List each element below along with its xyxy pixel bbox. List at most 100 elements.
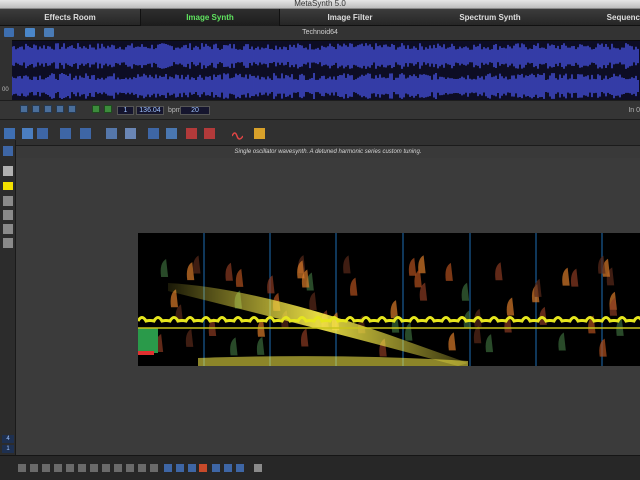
- note-icon[interactable]: [3, 224, 13, 234]
- down-button[interactable]: [104, 105, 112, 113]
- grid-icon[interactable]: [66, 464, 74, 472]
- input-readout: In 0: [628, 107, 640, 114]
- hand-icon[interactable]: [42, 464, 50, 472]
- grid-icon[interactable]: [90, 464, 98, 472]
- spectral-partial: [599, 338, 607, 357]
- wave-icon[interactable]: [231, 128, 244, 140]
- spectral-partial: [558, 332, 566, 351]
- grid-icon[interactable]: [138, 464, 146, 472]
- spectral-partial: [230, 337, 238, 356]
- left-tool-strip: 4 1: [0, 140, 16, 455]
- tab-image-synth[interactable]: Image Synth: [140, 9, 280, 26]
- preset-description: Single oscillator wavesynth. A detuned h…: [16, 146, 640, 158]
- rewind-button[interactable]: [20, 105, 28, 113]
- arrows-icon[interactable]: [188, 464, 196, 472]
- spectral-partial: [256, 336, 265, 355]
- grid-icon[interactable]: [30, 464, 38, 472]
- spectral-partial: [160, 259, 169, 278]
- spectral-partial: [445, 262, 453, 281]
- spectrogram-graphic: [138, 233, 640, 366]
- grid-icon[interactable]: [80, 128, 91, 139]
- spectral-partial: [193, 255, 201, 274]
- title-bar: MetaSynth 5.0: [0, 0, 640, 9]
- tool-row: [0, 120, 640, 146]
- counter-field[interactable]: 1: [117, 106, 134, 115]
- marker-icon[interactable]: [199, 464, 207, 472]
- grid-icon[interactable]: [126, 464, 134, 472]
- spectral-block: [138, 351, 154, 355]
- grid-icon[interactable]: [60, 128, 71, 139]
- wave-side-label: 00: [2, 87, 9, 93]
- spectral-partial: [495, 262, 503, 281]
- faders-icon[interactable]: [186, 128, 197, 139]
- spectral-partial: [235, 268, 244, 287]
- faders-icon[interactable]: [204, 128, 215, 139]
- spectral-partial: [350, 277, 358, 296]
- tab-spectrum-synth[interactable]: Spectrum Synth: [420, 9, 560, 26]
- zoom-icon[interactable]: [18, 464, 26, 472]
- grid-icon[interactable]: [148, 128, 159, 139]
- grid-icon[interactable]: [114, 464, 122, 472]
- spectral-partial: [485, 334, 494, 353]
- spectral-partial: [267, 275, 275, 294]
- grid-icon[interactable]: [102, 464, 110, 472]
- grid-icon[interactable]: [78, 464, 86, 472]
- wave-side-panel: 00: [0, 40, 12, 100]
- tab-image-filter[interactable]: Image Filter: [280, 9, 420, 26]
- spectral-partial: [186, 262, 195, 281]
- spectral-partial: [225, 262, 233, 281]
- stop-button[interactable]: [44, 105, 52, 113]
- play-button[interactable]: [32, 105, 40, 113]
- tempo-field[interactable]: 136.04: [136, 106, 164, 115]
- waveform-channel-1: [12, 43, 639, 69]
- grid-icon[interactable]: [150, 464, 158, 472]
- spectral-partial: [405, 322, 413, 341]
- grid-icon[interactable]: [37, 128, 48, 139]
- spectrogram-image[interactable]: [138, 233, 640, 366]
- layer-icon[interactable]: [22, 128, 33, 139]
- select-icon[interactable]: [4, 128, 15, 139]
- spectral-partial: [562, 267, 570, 286]
- loop-button[interactable]: [56, 105, 64, 113]
- color-swatch-icon[interactable]: [3, 182, 13, 190]
- pen-icon[interactable]: [3, 166, 13, 176]
- arrows-icon[interactable]: [164, 464, 172, 472]
- spectral-partial: [506, 297, 515, 316]
- spectral-partial: [534, 278, 542, 297]
- up-button[interactable]: [92, 105, 100, 113]
- brush-icon[interactable]: [254, 128, 265, 139]
- waveform-graphic: [12, 43, 639, 99]
- module-tabs: Effects Room Image Synth Image Filter Sp…: [0, 9, 640, 26]
- spectral-partial: [461, 282, 470, 301]
- play-icon[interactable]: [236, 464, 244, 472]
- note-icon[interactable]: [3, 210, 13, 220]
- spectral-partial: [185, 328, 194, 347]
- spectral-partial: [309, 292, 317, 311]
- note-icon[interactable]: [254, 464, 262, 472]
- play-icon[interactable]: [224, 464, 232, 472]
- wave-icon-graphic: [231, 132, 244, 140]
- spectral-partial: [343, 255, 351, 274]
- spray-icon[interactable]: [125, 128, 136, 139]
- steps-field[interactable]: 20: [180, 106, 210, 115]
- grid-icon[interactable]: [3, 146, 13, 156]
- waveform-channel-2: [12, 73, 639, 99]
- transport-bar: 1 136.04 bpm 20 In 0: [0, 100, 640, 120]
- tab-effects-room[interactable]: Effects Room: [0, 9, 140, 26]
- arrows-icon[interactable]: [176, 464, 184, 472]
- note-icon[interactable]: [3, 238, 13, 248]
- bell-icon[interactable]: [3, 196, 13, 206]
- counter-top[interactable]: 4: [2, 435, 14, 443]
- app-window: MetaSynth 5.0 Effects Room Image Synth I…: [0, 0, 640, 480]
- record-button[interactable]: [68, 105, 76, 113]
- spectral-partial: [570, 268, 579, 287]
- counter-bottom[interactable]: 1: [2, 445, 14, 453]
- waveform-view[interactable]: [12, 40, 640, 100]
- pen-icon[interactable]: [106, 128, 117, 139]
- tab-sequencer[interactable]: Sequenc: [560, 9, 640, 26]
- spectral-partial: [408, 257, 417, 276]
- hand-icon[interactable]: [166, 128, 177, 139]
- grid-icon[interactable]: [54, 464, 62, 472]
- play-icon[interactable]: [212, 464, 220, 472]
- file-name: Technoid64: [302, 29, 338, 36]
